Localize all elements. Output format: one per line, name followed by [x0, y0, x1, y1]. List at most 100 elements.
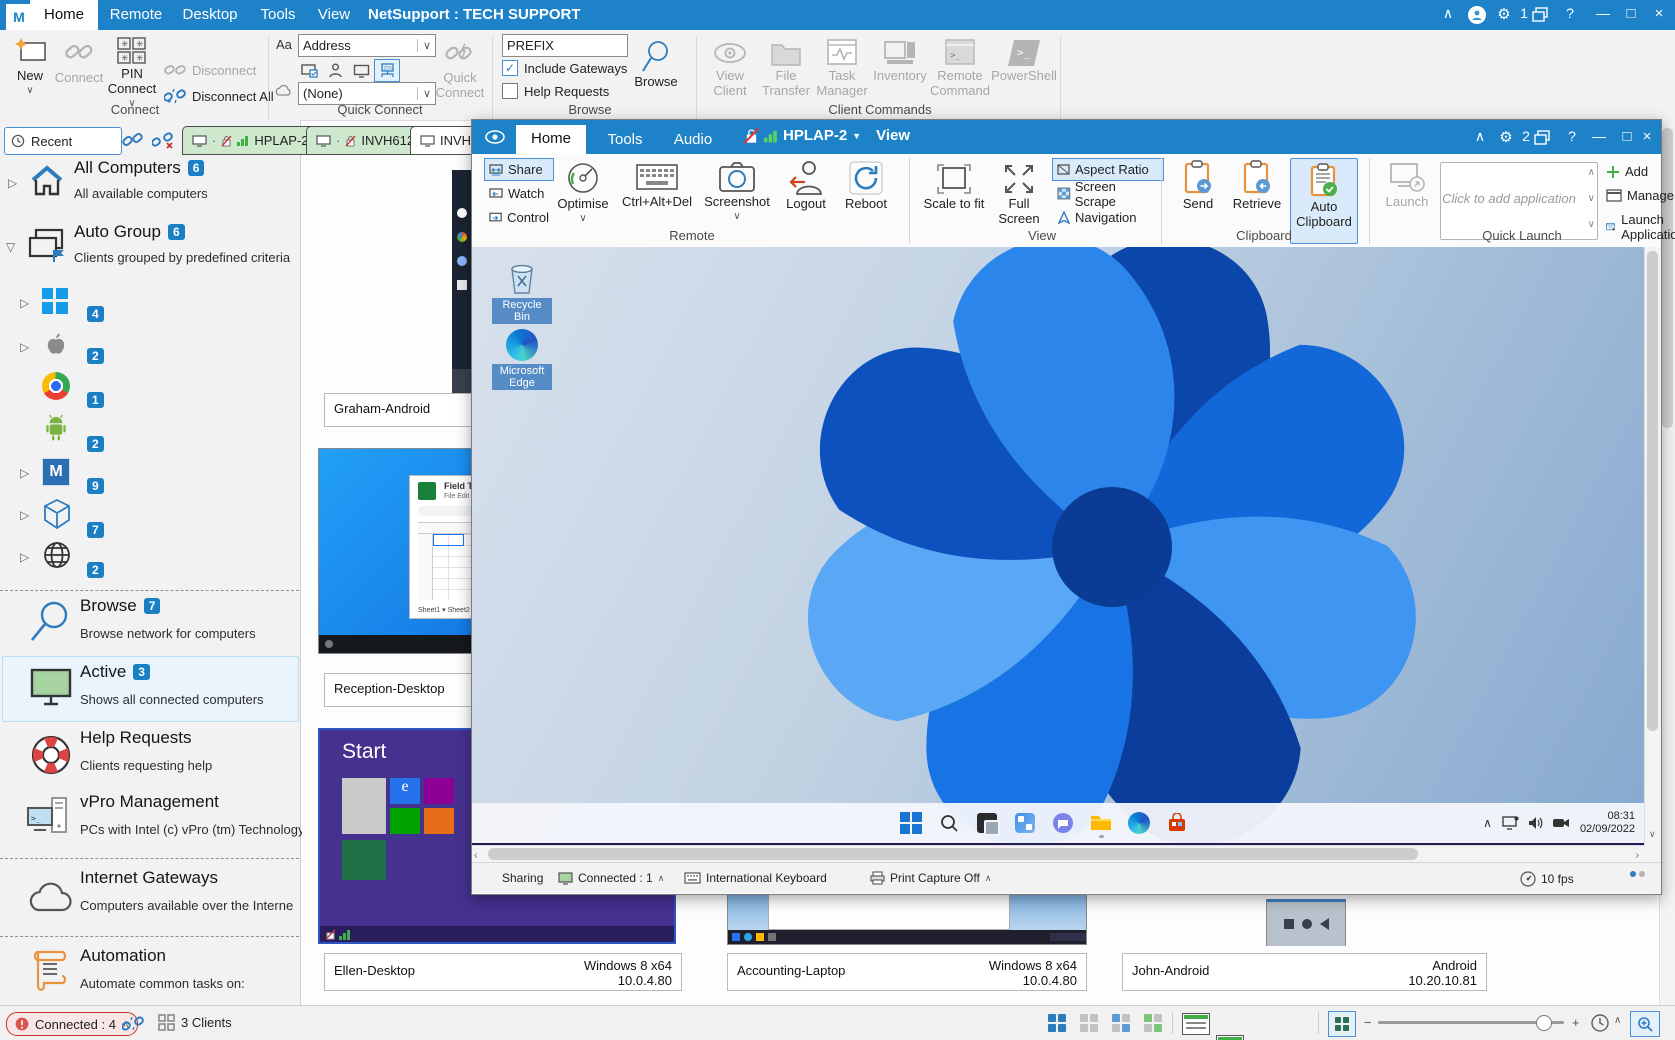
tray-chevron-up-icon[interactable]: ∧: [1483, 816, 1492, 830]
recent-dropdown[interactable]: Recent: [4, 127, 122, 155]
status-print-capture[interactable]: Print Capture Off ∧: [870, 871, 991, 885]
full-screen-button[interactable]: Full Screen: [992, 162, 1046, 226]
remote-command-button[interactable]: >_ Remote Command: [930, 38, 990, 98]
minimize-button[interactable]: —: [1592, 5, 1614, 21]
disconnect-all-status-icon[interactable]: [122, 1014, 146, 1034]
help-requests-checkbox[interactable]: Help Requests: [502, 83, 609, 99]
connect-monitor-icon[interactable]: [348, 59, 374, 82]
settings-gear-icon[interactable]: ⚙: [1496, 128, 1516, 146]
quick-launch-manage-button[interactable]: Manage: [1606, 188, 1674, 203]
pin-connect-button[interactable]: ✳✳✳✳ PIN Connect∨: [104, 36, 160, 111]
tab-desktop[interactable]: Desktop: [174, 0, 246, 30]
collapse-arrow-icon[interactable]: ▽: [6, 240, 15, 254]
scroll-left-arrow-icon[interactable]: ‹: [474, 850, 477, 861]
task-manager-button[interactable]: Task Manager: [814, 38, 870, 98]
scroll-down-icon[interactable]: ∨: [1588, 193, 1595, 204]
start-button-icon[interactable]: [898, 810, 924, 836]
connected-status-pill[interactable]: Connected : 4 ∧: [6, 1012, 138, 1036]
disconnect-button[interactable]: Disconnect: [164, 62, 256, 78]
minimize-button[interactable]: —: [1588, 128, 1610, 144]
refresh-timer-icon[interactable]: [1590, 1013, 1610, 1033]
app-logo-icon[interactable]: M: [6, 4, 32, 30]
expand-arrow-icon[interactable]: ▷: [20, 508, 29, 522]
remote-taskbar[interactable]: ∧ 08:31 02/09/2022: [472, 803, 1645, 843]
viewer-tab-audio[interactable]: Audio: [662, 126, 724, 154]
viewer-horizontal-scrollbar[interactable]: ‹ ›: [472, 845, 1645, 863]
sidebar-item-automation[interactable]: Automation: [80, 946, 166, 966]
ribbon-collapse-icon[interactable]: ∧: [1470, 128, 1490, 145]
inventory-button[interactable]: Inventory: [874, 38, 926, 83]
desktop-icon-microsoft-edge[interactable]: Microsoft Edge: [492, 329, 552, 390]
thumbnail-label-john[interactable]: John-Android Android 10.20.10.81: [1122, 953, 1487, 991]
browse-button[interactable]: Browse: [630, 38, 682, 89]
launch-button[interactable]: Launch: [1380, 162, 1434, 209]
view-client-button[interactable]: View Client: [704, 38, 756, 98]
file-explorer-icon[interactable]: [1088, 810, 1114, 836]
search-icon[interactable]: [936, 810, 962, 836]
launch-application-button[interactable]: Launch Application: [1606, 212, 1675, 242]
optimise-button[interactable]: Optimise∨: [552, 160, 614, 226]
thumbnail-john-screen[interactable]: [1266, 899, 1346, 946]
status-keyboard[interactable]: International Keyboard: [684, 871, 827, 885]
user-avatar-icon[interactable]: [1468, 6, 1486, 24]
close-button[interactable]: ×: [1648, 5, 1670, 22]
help-icon[interactable]: ?: [1560, 5, 1580, 21]
close-button[interactable]: ×: [1636, 128, 1658, 145]
settings-gear-icon[interactable]: ⚙: [1494, 5, 1514, 23]
layout-mixed-blue-button[interactable]: [1112, 1014, 1130, 1032]
clock-tray[interactable]: 08:31 02/09/2022: [1580, 810, 1635, 836]
control-button[interactable]: Control: [484, 206, 554, 229]
viewer-tab-tools[interactable]: Tools: [594, 126, 656, 154]
ctrl-alt-del-button[interactable]: Ctrl+Alt+Del: [620, 160, 694, 209]
windows-stack-icon[interactable]: [1532, 7, 1548, 22]
zoom-in-icon[interactable]: +: [1572, 1015, 1580, 1030]
expand-arrow-icon[interactable]: ▷: [20, 550, 29, 564]
disconnect-link-icon[interactable]: [152, 129, 176, 151]
list-view-details-button[interactable]: [1182, 1013, 1210, 1035]
thumbnail-graham-android-screen[interactable]: [452, 170, 472, 395]
volume-icon[interactable]: [1528, 816, 1544, 830]
connection-tab-hplap2[interactable]: · HPLAP-2: [182, 126, 322, 155]
thumbnail-accounting-screen[interactable]: [727, 893, 1087, 945]
ribbon-collapse-icon[interactable]: ∧: [1438, 5, 1458, 22]
os-group-chrome-icon[interactable]: [42, 372, 70, 400]
chevron-up-icon[interactable]: ∧: [1614, 1015, 1621, 1026]
connect-user-icon[interactable]: [322, 59, 348, 82]
layout-small-icons-button[interactable]: [1080, 1014, 1098, 1032]
sidebar-item-vpro[interactable]: vPro Management: [80, 792, 219, 812]
os-group-netsupport-icon[interactable]: M: [42, 458, 70, 486]
quick-launch-add-button[interactable]: Add: [1606, 164, 1648, 179]
maximize-button[interactable]: □: [1616, 128, 1638, 145]
reboot-button[interactable]: Reboot: [838, 160, 894, 211]
os-group-virtual-icon[interactable]: [42, 498, 72, 530]
share-button[interactable]: Share: [484, 158, 554, 181]
zoom-mode-button[interactable]: [1630, 1011, 1660, 1037]
layout-mixed-green-button[interactable]: [1144, 1014, 1162, 1032]
chat-icon[interactable]: [1050, 810, 1076, 836]
connect-workstation-icon[interactable]: [296, 59, 322, 82]
expand-arrow-icon[interactable]: ▷: [20, 340, 29, 354]
navigation-button[interactable]: Navigation: [1052, 206, 1164, 229]
sidebar-item-browse[interactable]: Browse 7: [80, 596, 160, 616]
clipboard-retrieve-button[interactable]: Retrieve: [1228, 160, 1286, 211]
thumbnail-label-accounting[interactable]: Accounting-Laptop Windows 8 x64 10.0.4.8…: [727, 953, 1087, 991]
thumbnail-size-slider[interactable]: [1378, 1021, 1564, 1024]
os-group-android-icon[interactable]: [42, 414, 70, 444]
clipboard-send-button[interactable]: Send: [1172, 160, 1224, 211]
status-connected[interactable]: Connected : 1 ∧: [558, 871, 664, 885]
network-icon[interactable]: [1502, 816, 1520, 830]
expand-arrow-icon[interactable]: ▷: [8, 176, 17, 190]
sidebar-item-help-requests[interactable]: Help Requests: [80, 728, 192, 748]
windows-stack-icon[interactable]: [1534, 130, 1550, 145]
store-icon[interactable]: [1164, 810, 1190, 836]
screen-scrape-button[interactable]: Screen Scrape: [1052, 182, 1164, 205]
new-button[interactable]: New∨: [8, 36, 52, 98]
desktop-icon-recycle-bin[interactable]: Recycle Bin: [492, 259, 552, 324]
chevron-down-icon[interactable]: ▼: [852, 131, 861, 141]
connection-tab-invh612[interactable]: · INVH612: [306, 126, 426, 155]
list-view-small-button[interactable]: [1216, 1035, 1244, 1040]
file-transfer-button[interactable]: File Transfer: [760, 38, 812, 98]
expand-arrow-icon[interactable]: ▷: [20, 296, 29, 310]
scale-to-fit-button[interactable]: Scale to fit: [920, 162, 988, 211]
scroll-right-arrow-icon[interactable]: ›: [1636, 850, 1639, 861]
